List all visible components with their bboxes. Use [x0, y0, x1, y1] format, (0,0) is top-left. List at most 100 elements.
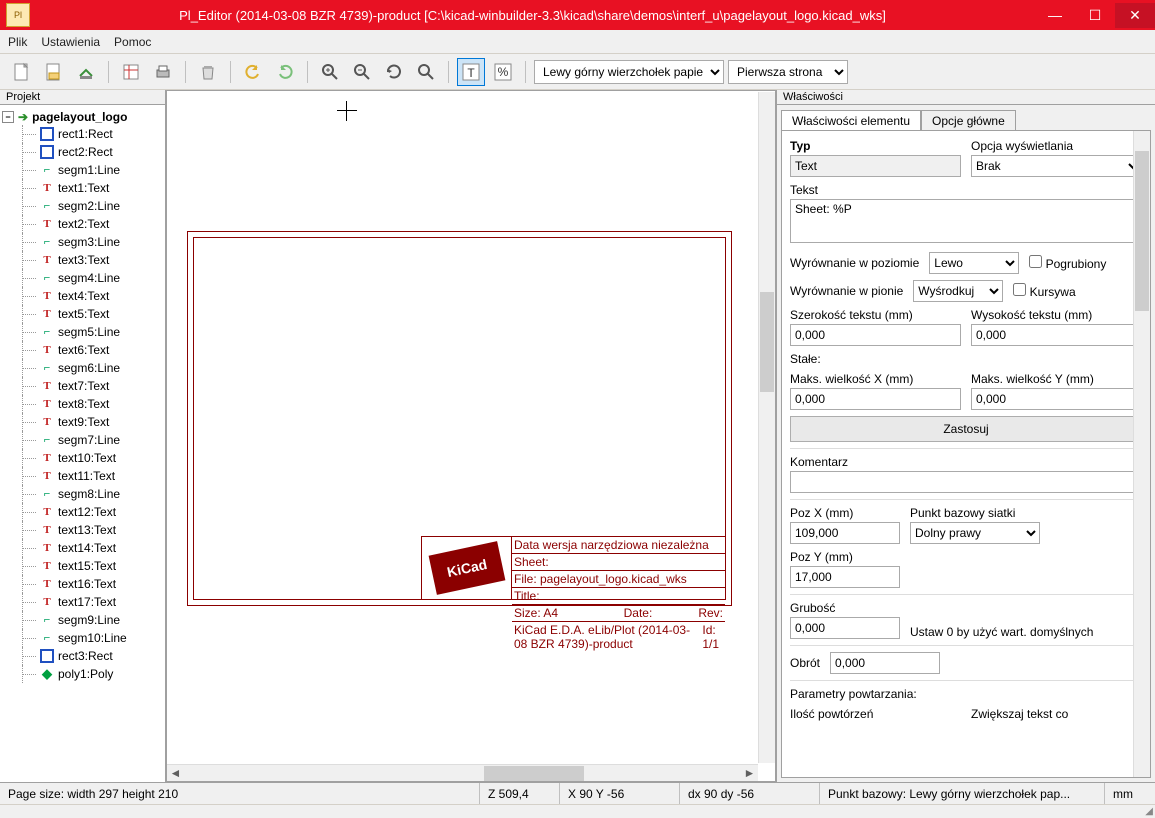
- tree-item[interactable]: ⌐segm6:Line: [2, 359, 163, 377]
- tree-item[interactable]: Ttext12:Text: [2, 503, 163, 521]
- tree-item[interactable]: ⌐segm9:Line: [2, 611, 163, 629]
- tree-item-label: text8:Text: [58, 397, 109, 411]
- posy-label: Poz Y (mm): [790, 550, 900, 564]
- format-toggle[interactable]: %: [489, 58, 517, 86]
- expand-icon[interactable]: −: [2, 111, 14, 123]
- tree-item[interactable]: Ttext15:Text: [2, 557, 163, 575]
- tree-item[interactable]: Ttext1:Text: [2, 179, 163, 197]
- rotation-field[interactable]: [830, 652, 940, 674]
- resize-grip[interactable]: ◢: [0, 804, 1155, 818]
- tree-item-label: text13:Text: [58, 523, 116, 537]
- zoom-in-button[interactable]: [316, 58, 344, 86]
- maximize-button[interactable]: ☐: [1075, 3, 1115, 28]
- menu-file[interactable]: Plik: [8, 35, 27, 49]
- save-button[interactable]: [72, 58, 100, 86]
- crosshair-icon: [337, 101, 357, 121]
- canvas[interactable]: KiCad Data wersja narzędziowa niezależna…: [166, 90, 776, 782]
- zoom-redraw-button[interactable]: [380, 58, 408, 86]
- tree-item-label: text6:Text: [58, 343, 109, 357]
- tree-item[interactable]: ⌐segm3:Line: [2, 233, 163, 251]
- status-dxy: dx 90 dy -56: [680, 783, 820, 804]
- halign-select[interactable]: Lewo: [929, 252, 1019, 274]
- text-field[interactable]: Sheet: %P: [790, 199, 1142, 243]
- close-button[interactable]: ✕: [1115, 3, 1155, 28]
- canvas-hscroll[interactable]: ◄►: [167, 764, 758, 781]
- zoom-out-button[interactable]: [348, 58, 376, 86]
- tree-item[interactable]: ⌐segm7:Line: [2, 431, 163, 449]
- tree-item[interactable]: ⌐segm4:Line: [2, 269, 163, 287]
- tree-item[interactable]: Ttext17:Text: [2, 593, 163, 611]
- tree-item[interactable]: Ttext2:Text: [2, 215, 163, 233]
- delete-button[interactable]: [194, 58, 222, 86]
- text-height-field[interactable]: [971, 324, 1142, 346]
- properties-vscroll[interactable]: [1133, 131, 1150, 777]
- display-option-select[interactable]: Brak: [971, 155, 1142, 177]
- tree-root[interactable]: − ➔ pagelayout_logo: [2, 109, 163, 125]
- tree-item[interactable]: rect2:Rect: [2, 143, 163, 161]
- italic-checkbox[interactable]: Kursywa: [1013, 283, 1075, 299]
- corner-select[interactable]: Lewy górny wierzchołek papieru: [534, 60, 724, 84]
- page-settings-button[interactable]: [117, 58, 145, 86]
- tree-item-label: segm3:Line: [58, 235, 120, 249]
- page-select[interactable]: Pierwsza strona: [728, 60, 848, 84]
- properties-panel-title: Właściwości: [777, 90, 1155, 105]
- type-label: Typ: [790, 139, 961, 153]
- minimize-button[interactable]: —: [1035, 3, 1075, 28]
- tree-item[interactable]: Ttext3:Text: [2, 251, 163, 269]
- open-button[interactable]: [40, 58, 68, 86]
- titleblock: KiCad Data wersja narzędziowa niezależna…: [421, 536, 726, 600]
- tree-item[interactable]: Ttext13:Text: [2, 521, 163, 539]
- origin-select[interactable]: Dolny prawy: [910, 522, 1040, 544]
- canvas-vscroll[interactable]: [758, 92, 775, 763]
- tree-item[interactable]: ⌐segm10:Line: [2, 629, 163, 647]
- tree-item[interactable]: Ttext10:Text: [2, 449, 163, 467]
- tree-item[interactable]: Ttext14:Text: [2, 539, 163, 557]
- apply-button[interactable]: Zastosuj: [790, 416, 1142, 442]
- maxx-field[interactable]: [790, 388, 961, 410]
- app-icon: Pl: [6, 3, 30, 27]
- tree-item[interactable]: Ttext11:Text: [2, 467, 163, 485]
- print-button[interactable]: [149, 58, 177, 86]
- tree-item[interactable]: rect3:Rect: [2, 647, 163, 665]
- tree-item[interactable]: Ttext16:Text: [2, 575, 163, 593]
- menu-help[interactable]: Pomoc: [114, 35, 151, 49]
- text-width-field[interactable]: [790, 324, 961, 346]
- tree-item[interactable]: ⌐segm1:Line: [2, 161, 163, 179]
- menu-settings[interactable]: Ustawienia: [41, 35, 100, 49]
- valign-select[interactable]: Wyśrodkuj: [913, 280, 1003, 302]
- tree-item[interactable]: Ttext6:Text: [2, 341, 163, 359]
- tree-item-label: segm9:Line: [58, 613, 120, 627]
- tree-item[interactable]: rect1:Rect: [2, 125, 163, 143]
- tree-item-label: text15:Text: [58, 559, 116, 573]
- tree-item[interactable]: ⌐segm5:Line: [2, 323, 163, 341]
- window-title: Pl_Editor (2014-03-08 BZR 4739)-product …: [30, 8, 1035, 23]
- tree-item-label: segm2:Line: [58, 199, 120, 213]
- posx-field[interactable]: [790, 522, 900, 544]
- comment-field[interactable]: [790, 471, 1142, 493]
- posy-field[interactable]: [790, 566, 900, 588]
- tab-general-options[interactable]: Opcje główne: [921, 110, 1016, 131]
- text-bg-toggle[interactable]: T: [457, 58, 485, 86]
- thickness-hint: Ustaw 0 by użyć wart. domyślnych: [910, 625, 1093, 639]
- undo-button[interactable]: [239, 58, 267, 86]
- tree-item[interactable]: ⌐segm8:Line: [2, 485, 163, 503]
- tab-element-properties[interactable]: Właściwości elementu: [781, 110, 921, 131]
- redo-button[interactable]: [271, 58, 299, 86]
- bold-checkbox[interactable]: Pogrubiony: [1029, 255, 1106, 271]
- maxy-field[interactable]: [971, 388, 1142, 410]
- tree-item[interactable]: Ttext9:Text: [2, 413, 163, 431]
- tree-item[interactable]: Ttext5:Text: [2, 305, 163, 323]
- tree-item[interactable]: ◆poly1:Poly: [2, 665, 163, 683]
- tree-item[interactable]: ⌐segm2:Line: [2, 197, 163, 215]
- tree-item-label: text11:Text: [58, 469, 115, 483]
- tree-item[interactable]: Ttext8:Text: [2, 395, 163, 413]
- thickness-field[interactable]: [790, 617, 900, 639]
- status-z: Z 509,4: [480, 783, 560, 804]
- tree-item[interactable]: Ttext7:Text: [2, 377, 163, 395]
- tree-item-label: text1:Text: [58, 181, 109, 195]
- arrow-icon: ➔: [18, 110, 28, 124]
- tree-item[interactable]: Ttext4:Text: [2, 287, 163, 305]
- zoom-fit-button[interactable]: [412, 58, 440, 86]
- new-button[interactable]: [8, 58, 36, 86]
- project-tree[interactable]: − ➔ pagelayout_logo rect1:Rectrect2:Rect…: [0, 105, 165, 782]
